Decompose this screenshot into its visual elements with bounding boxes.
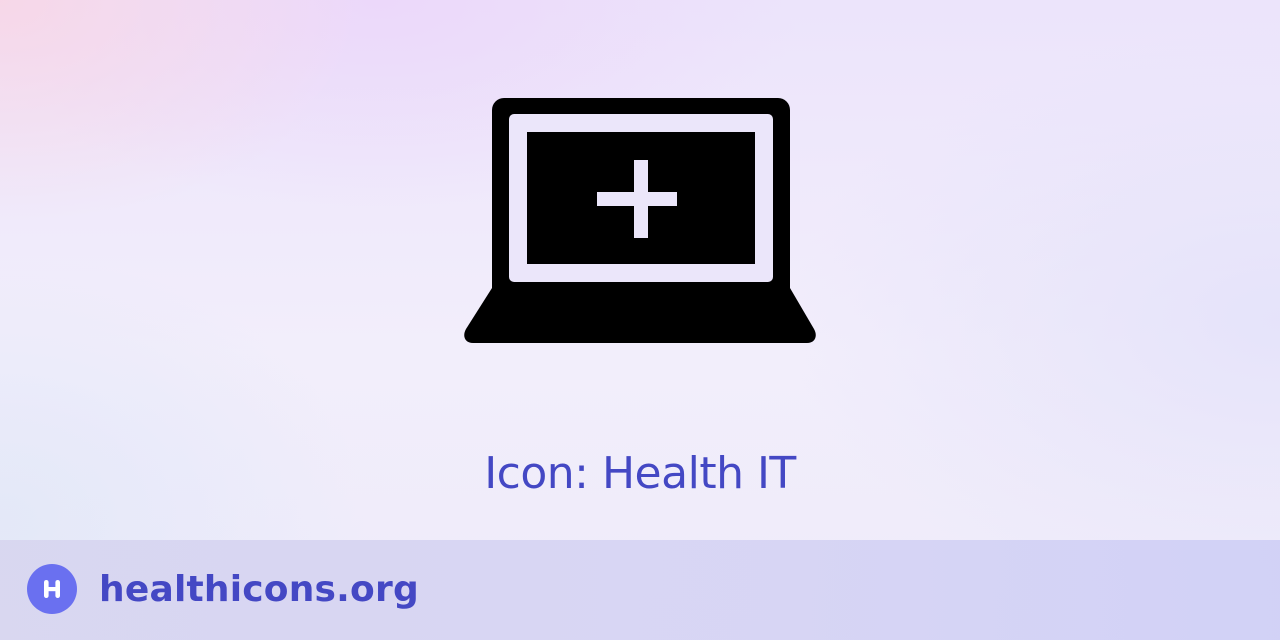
- healthicons-logo[interactable]: [27, 564, 77, 614]
- page-title: Icon: Health IT: [484, 448, 796, 499]
- laptop-medical-cross-icon: [464, 98, 816, 343]
- footer: healthicons.org: [0, 540, 1280, 640]
- logo-h-icon: [44, 580, 60, 598]
- hero: Icon: Health IT: [0, 0, 1280, 540]
- site-link[interactable]: healthicons.org: [99, 568, 419, 612]
